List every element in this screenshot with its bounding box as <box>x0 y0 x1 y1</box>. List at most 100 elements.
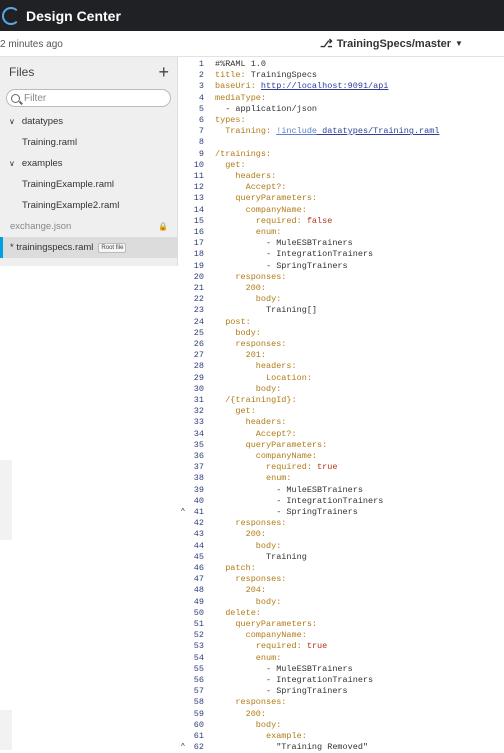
code-line: post: <box>215 317 251 328</box>
code-token: title: <box>215 70 251 81</box>
search-icon <box>11 93 20 103</box>
folder-item[interactable]: ∨ datatypes <box>0 111 177 132</box>
code-token: body: <box>215 719 282 730</box>
line-number: 55 <box>193 663 204 674</box>
code-token: 200: <box>215 529 267 540</box>
file-item[interactable]: TrainingExample.raml <box>0 174 177 195</box>
code-token: Location: <box>215 372 312 383</box>
code-token: - MuleESBTrainers <box>215 663 353 674</box>
code-line: baseUri: http://localhost:9091/api <box>215 81 388 92</box>
code-line: body: <box>215 541 282 552</box>
line-number: 30 <box>193 383 204 394</box>
code-token: /{trainingId}: <box>215 395 297 405</box>
code-token: - IntegrationTrainers <box>215 675 374 685</box>
code-token: companyName: <box>215 451 318 461</box>
code-token: responses: <box>215 697 287 708</box>
code-token: responses: <box>215 518 287 529</box>
code-line: /{trainingId}: <box>215 395 297 406</box>
code-token: TrainingSpecs <box>250 70 318 81</box>
line-number: 23 <box>193 305 204 316</box>
line-number: 42 <box>193 518 204 529</box>
line-number: 39 <box>193 484 204 495</box>
line-number: 29 <box>193 372 204 383</box>
code-line: mediaType: <box>215 93 266 104</box>
code-line: /trainings: <box>215 149 271 160</box>
line-number: 53 <box>193 641 204 652</box>
line-number: 3 <box>198 81 204 92</box>
line-number: 52 <box>193 630 204 641</box>
branch-selector[interactable]: ⎇ TrainingSpecs/master ▼ <box>320 37 463 51</box>
sub-bar: 2 minutes ago ⎇ TrainingSpecs/master ▼ <box>0 31 504 57</box>
file-item[interactable]: Training.raml <box>0 132 177 153</box>
code-line: body: <box>215 383 282 395</box>
line-number: 8 <box>198 137 204 148</box>
left-edge-panel-bottom <box>0 710 12 750</box>
code-token: - MuleESBTrainers <box>215 484 363 495</box>
line-number: 40 <box>193 495 204 506</box>
tree-item-label: datatypes <box>21 116 64 127</box>
add-file-button[interactable]: + <box>158 63 169 81</box>
code-line: enum: <box>215 227 282 238</box>
code-token: companyName: <box>215 204 307 215</box>
code-line: 200: <box>215 709 266 720</box>
code-line: get: <box>215 160 245 171</box>
line-number: 36 <box>193 451 204 461</box>
line-number: 43 <box>193 529 204 540</box>
code-token: body: <box>215 383 282 394</box>
lock-icon: 🔒 <box>158 222 168 231</box>
line-number: 26 <box>193 339 204 349</box>
code-token: required: <box>215 641 307 652</box>
code-token: - SpringTrainers <box>215 507 358 517</box>
code-token: headers: <box>215 171 277 181</box>
line-number: 45 <box>193 551 204 562</box>
line-number: 59 <box>193 708 204 719</box>
code-token: - IntegrationTrainers <box>215 249 374 260</box>
code-token: - application/json <box>215 103 318 114</box>
code-line: - IntegrationTrainers <box>215 675 373 686</box>
design-center-logo-icon[interactable] <box>2 6 20 25</box>
code-token: Accept?: <box>215 182 287 193</box>
line-number: 34 <box>193 428 204 439</box>
file-item[interactable]: TrainingExample2.raml <box>0 195 177 216</box>
line-number: 31 <box>193 395 204 405</box>
code-token: "Training Removed" <box>215 742 369 753</box>
code-line: 200: <box>215 529 266 540</box>
line-number: 60 <box>193 719 204 730</box>
line-number: 15 <box>193 215 204 226</box>
code-token: mediaType: <box>215 92 267 103</box>
fold-toggle-icon[interactable]: ^ <box>181 507 185 516</box>
tree-item-label: Training.raml <box>22 137 78 148</box>
code-line: Accept?: <box>215 182 287 193</box>
file-item[interactable]: * trainingspecs.raml Root file <box>0 237 177 258</box>
code-token: true <box>306 641 328 652</box>
code-token: responses: <box>215 339 287 349</box>
code-line: queryParameters: <box>215 440 328 451</box>
chevron-down-icon[interactable]: ∨ <box>9 117 15 126</box>
code-token: required: <box>215 462 318 473</box>
file-item[interactable]: exchange.json 🔒 <box>0 216 177 237</box>
line-number: 18 <box>193 249 204 260</box>
filter-input[interactable]: Filter <box>6 89 171 107</box>
code-token: Training: <box>215 126 277 137</box>
code-line: get: <box>215 406 255 417</box>
chevron-down-icon[interactable]: ∨ <box>9 159 15 168</box>
code-line: - SpringTrainers <box>215 261 348 272</box>
code-token: http://localhost:9091/api <box>260 81 389 92</box>
code-token: #%RAML 1.0 <box>215 59 267 69</box>
file-tree: ∨ datatypes Training.raml ∨ examples Training… <box>0 111 177 258</box>
code-token: queryParameters: <box>215 193 318 204</box>
code-editor[interactable]: #%RAML 1.0 title: TrainingSpecs baseUri: h… <box>215 57 504 753</box>
line-number: 12 <box>193 182 204 193</box>
folder-item[interactable]: ∨ examples <box>0 153 177 174</box>
code-line: Training <box>215 552 307 563</box>
code-line: responses: <box>215 518 286 529</box>
code-line: delete: <box>215 608 261 619</box>
line-number: 24 <box>193 316 204 327</box>
line-number: 22 <box>193 294 204 305</box>
code-line: body: <box>215 294 282 305</box>
code-token: Training[] <box>215 305 318 316</box>
branch-icon: ⎇ <box>320 38 333 50</box>
line-number: 6 <box>198 115 204 125</box>
line-number: 14 <box>193 204 204 215</box>
tree-item-label: examples <box>21 158 63 169</box>
